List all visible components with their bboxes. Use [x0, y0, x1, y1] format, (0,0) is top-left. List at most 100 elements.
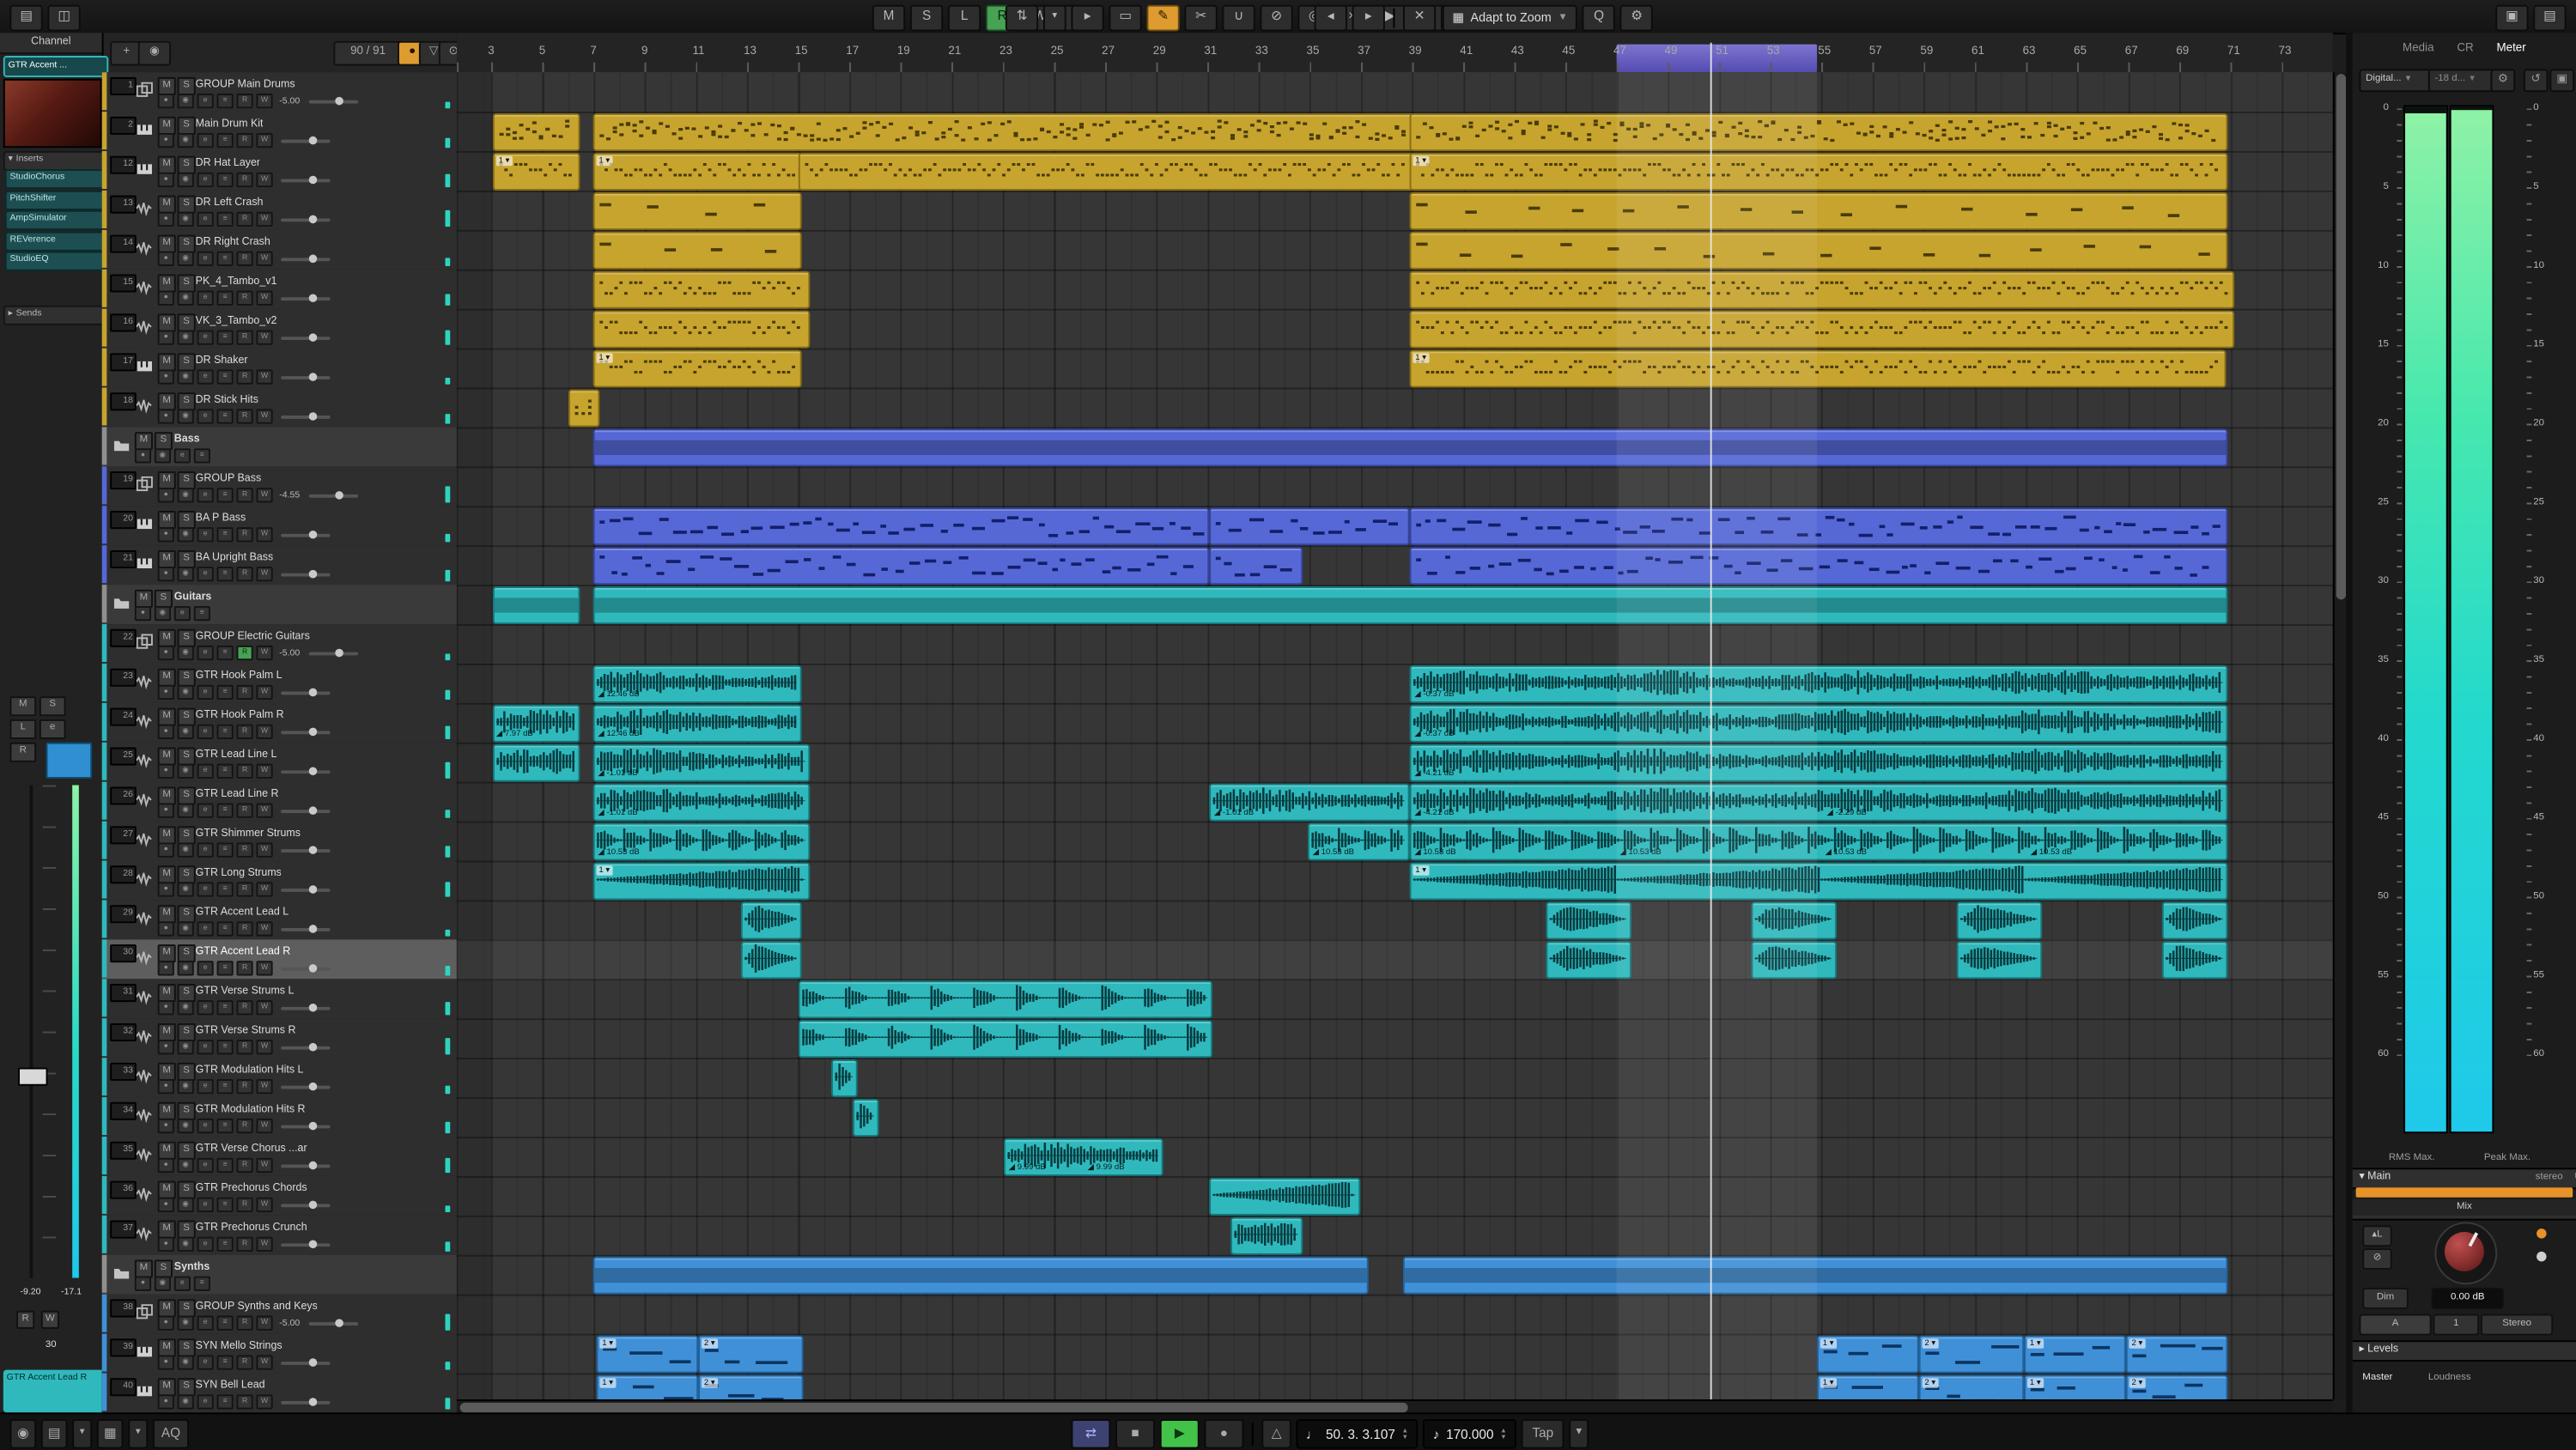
track-read-button[interactable]: R — [237, 1355, 253, 1369]
monitor-icon[interactable]: ◉ — [178, 1237, 194, 1252]
track-write-button[interactable]: W — [256, 527, 272, 542]
track-row[interactable]: 13MSDR Left Crash●◉e≡RW — [102, 191, 457, 232]
edit-channel-icon[interactable]: e — [197, 685, 214, 700]
track-row[interactable]: MSGuitars●◉e≡ — [102, 585, 457, 626]
track-write-button[interactable]: W — [256, 725, 272, 739]
mute-output-button[interactable]: ⊘ — [2362, 1248, 2391, 1270]
track-read-button[interactable]: R — [237, 764, 253, 779]
clip[interactable]: 1 ▾ — [597, 1374, 699, 1399]
track-name[interactable]: GROUP Main Drums — [196, 78, 295, 89]
clip[interactable] — [1230, 1217, 1303, 1255]
track-write-button[interactable]: W — [256, 567, 272, 581]
edit-channel-icon[interactable]: e — [174, 448, 191, 463]
track-name[interactable]: SYN Mello Strings — [196, 1339, 283, 1350]
track-name[interactable]: GTR Verse Chorus ...ar — [196, 1143, 307, 1154]
record-arm-icon[interactable]: ● — [158, 94, 174, 108]
track-write-button[interactable]: W — [256, 961, 272, 975]
track-visibility-icon[interactable]: ◉ — [138, 41, 171, 66]
track-row[interactable]: 23MSGTR Hook Palm L●◉e≡RW — [102, 664, 457, 705]
track-volume-slider[interactable] — [281, 179, 330, 182]
monitor-icon[interactable]: ◉ — [178, 1119, 194, 1133]
monitor-icon[interactable]: ◉ — [178, 567, 194, 581]
record-arm-icon[interactable]: ● — [158, 1119, 174, 1133]
clip[interactable]: 2 ▾ — [2126, 1374, 2228, 1399]
track-row[interactable]: MSBass●◉e≡ — [102, 427, 457, 468]
track-name[interactable]: GTR Verse Strums R — [196, 1024, 296, 1035]
track-read-button[interactable]: R — [237, 291, 253, 306]
lanes-icon[interactable]: ≡ — [194, 606, 210, 621]
clip[interactable]: 1 ▾ — [1817, 1374, 1919, 1399]
insert-slot[interactable]: AmpSimulator — [5, 210, 107, 230]
track-volume-slider[interactable] — [281, 1164, 330, 1168]
monitor-icon[interactable]: ◉ — [178, 725, 194, 739]
edit-channel-icon[interactable]: e — [197, 1316, 214, 1331]
track-read-button[interactable]: R — [237, 527, 253, 542]
track-mute-button[interactable]: M — [158, 905, 176, 923]
track-solo-button[interactable]: S — [178, 313, 196, 331]
dim-button[interactable]: Dim — [2362, 1288, 2409, 1309]
track-volume-slider[interactable] — [281, 218, 330, 221]
track-name[interactable]: Synths — [174, 1260, 210, 1271]
edit-channel-icon[interactable]: e — [197, 212, 214, 227]
lanes-icon[interactable]: ≡ — [217, 133, 234, 148]
edit-channel-icon[interactable]: e — [197, 527, 214, 542]
meter-reset-icon[interactable]: ↺ — [2524, 69, 2549, 92]
lanes-icon[interactable]: ≡ — [217, 488, 234, 502]
edit-channel-icon[interactable]: e — [197, 94, 214, 108]
track-solo-button[interactable]: S — [178, 392, 196, 410]
track-solo-button[interactable]: S — [178, 984, 196, 1002]
track-row[interactable]: 18MSDR Stick Hits●◉e≡RW — [102, 388, 457, 429]
monitor-icon[interactable]: ◉ — [178, 921, 194, 936]
clip[interactable] — [799, 980, 1212, 1018]
track-name[interactable]: GTR Prechorus Chords — [196, 1182, 307, 1193]
clip[interactable] — [1410, 311, 2234, 349]
track-volume-slider[interactable] — [281, 139, 330, 143]
channel-name-chip[interactable]: GTR Accent ... — [3, 56, 108, 77]
main-level-bar[interactable] — [2356, 1187, 2573, 1197]
lanes-icon[interactable]: ≡ — [217, 173, 234, 187]
track-row[interactable]: 19MSGROUP Bass●◉e≡RW-4.55 — [102, 466, 457, 507]
track-write-button[interactable]: W — [256, 1316, 272, 1331]
monitor-icon[interactable]: ◉ — [178, 331, 194, 345]
track-solo-button[interactable]: S — [178, 1378, 196, 1396]
track-mute-button[interactable]: M — [158, 865, 176, 883]
clip[interactable]: ◢ 10.53 dB — [1308, 823, 1410, 861]
track-write-button[interactable]: W — [256, 252, 272, 266]
clip[interactable] — [1410, 271, 2234, 309]
track-read-button[interactable]: R — [237, 133, 253, 148]
lanes-icon[interactable]: ≡ — [217, 1355, 234, 1369]
insert-slot[interactable]: StudioChorus — [5, 169, 107, 189]
clip[interactable] — [1209, 1178, 1360, 1216]
track-name[interactable]: GTR Accent Lead R — [196, 945, 291, 956]
track-volume-slider[interactable] — [281, 1125, 330, 1128]
track-mute-button[interactable]: M — [158, 1142, 176, 1160]
record-arm-icon[interactable]: ● — [158, 1198, 174, 1212]
track-row[interactable]: 16MSVK_3_Tambo_v2●◉e≡RW — [102, 309, 457, 350]
track-name[interactable]: GTR Accent Lead L — [196, 906, 289, 917]
track-name[interactable]: DR Shaker — [196, 354, 248, 365]
quantize-icon[interactable]: Q — [1583, 4, 1615, 31]
edit-channel-icon[interactable]: e — [197, 961, 214, 975]
monitor-icon[interactable]: ◉ — [178, 252, 194, 266]
track-mute-button[interactable]: M — [158, 708, 176, 726]
edit-channel-icon[interactable]: e — [197, 764, 214, 779]
track-volume-slider[interactable] — [281, 927, 330, 931]
track-mute-button[interactable]: M — [158, 392, 176, 410]
edit-channel-icon[interactable]: e — [197, 488, 214, 502]
lanes-icon[interactable]: ≡ — [217, 1394, 234, 1409]
monitor-icon[interactable]: ◉ — [178, 882, 194, 896]
track-read-button[interactable]: R — [237, 252, 253, 266]
keyboard-options-icon[interactable]: ▾ — [128, 1419, 148, 1448]
object-selection-tool-icon[interactable]: ▸ — [1071, 4, 1103, 31]
track-solo-button[interactable]: S — [178, 156, 196, 174]
edit-channel-icon[interactable]: e — [197, 1355, 214, 1369]
clip[interactable]: 1 ▾ — [1410, 862, 2228, 900]
track-write-button[interactable]: W — [256, 1394, 272, 1409]
lanes-icon[interactable]: ≡ — [217, 1158, 234, 1173]
clip[interactable]: ◢ -1.01 dB — [1209, 784, 1409, 822]
track-mute-button[interactable]: M — [158, 1221, 176, 1239]
track-volume-slider[interactable] — [281, 573, 330, 576]
edit-channel-icon[interactable]: e — [197, 567, 214, 581]
track-solo-button[interactable]: S — [178, 1338, 196, 1356]
project-window-icon[interactable]: ◫ — [47, 4, 80, 31]
